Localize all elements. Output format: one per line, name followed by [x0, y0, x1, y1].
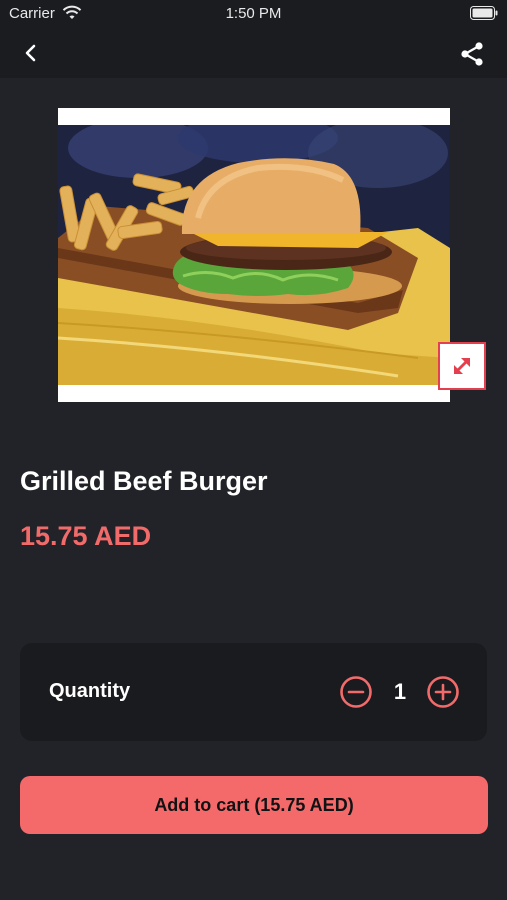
product-name: Grilled Beef Burger: [20, 466, 268, 496]
increase-quantity-button[interactable]: [426, 675, 460, 709]
status-bar: Carrier 1:50 PM: [0, 0, 507, 28]
clock: 1:50 PM: [225, 5, 282, 22]
product-image[interactable]: [58, 108, 450, 402]
plus-circle-icon: [427, 676, 459, 708]
battery-icon: [470, 6, 498, 24]
product-price: 15.75 AED: [20, 521, 152, 551]
quantity-value: 1: [393, 679, 407, 704]
nav-bar: [0, 28, 507, 78]
minus-circle-icon: [340, 676, 372, 708]
expand-image-button[interactable]: [438, 342, 486, 390]
add-to-cart-button[interactable]: Add to cart (15.75 AED): [20, 776, 488, 834]
back-chevron-icon[interactable]: [20, 42, 42, 64]
decrease-quantity-button[interactable]: [339, 675, 373, 709]
share-icon[interactable]: [459, 41, 485, 67]
quantity-label: Quantity: [49, 680, 131, 702]
quantity-selector: Quantity 1: [20, 643, 487, 741]
